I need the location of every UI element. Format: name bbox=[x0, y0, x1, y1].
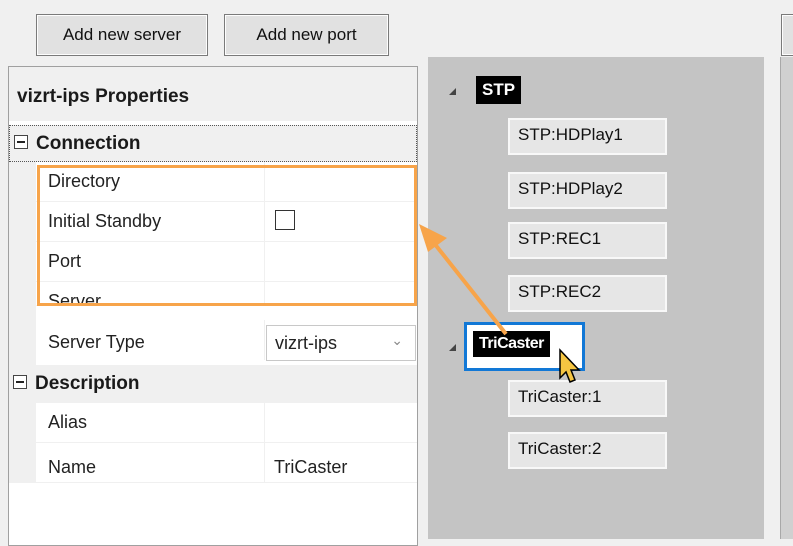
property-name: Initial Standby bbox=[48, 211, 162, 231]
row-gutter bbox=[9, 162, 36, 366]
column-divider bbox=[264, 282, 265, 305]
add-new-port-button[interactable]: Add new port bbox=[224, 14, 389, 56]
column-divider bbox=[264, 403, 265, 443]
partial-button[interactable] bbox=[781, 14, 793, 56]
tree-node-tricaster[interactable]: TriCaster bbox=[473, 331, 550, 357]
tree-leaf[interactable]: STP:HDPlay2 bbox=[508, 172, 667, 209]
category-label: Connection bbox=[36, 133, 141, 154]
property-value[interactable]: TriCaster bbox=[274, 457, 347, 478]
add-new-server-button[interactable]: Add new server bbox=[36, 14, 208, 56]
property-name: Alias bbox=[48, 412, 88, 432]
property-grid: vizrt-ips Properties Connection Director… bbox=[8, 66, 418, 546]
dropdown-value: vizrt-ips bbox=[275, 333, 337, 353]
category-connection[interactable]: Connection bbox=[9, 125, 417, 162]
column-divider bbox=[264, 320, 265, 360]
property-row-name[interactable]: Name TriCaster bbox=[36, 443, 417, 483]
tree-leaf[interactable]: TriCaster:2 bbox=[508, 432, 667, 469]
tree-leaf[interactable]: STP:REC1 bbox=[508, 222, 667, 259]
category-label: Description bbox=[35, 373, 140, 394]
row-gutter bbox=[9, 403, 36, 483]
property-name: Directory bbox=[48, 171, 121, 191]
column-divider bbox=[264, 162, 265, 202]
property-row-initial-standby[interactable]: Initial Standby bbox=[36, 202, 417, 242]
collapse-icon[interactable] bbox=[14, 135, 28, 149]
property-row-server[interactable]: Server bbox=[36, 282, 417, 306]
tree-leaf[interactable]: TriCaster:1 bbox=[508, 380, 667, 417]
category-description[interactable]: Description bbox=[9, 366, 417, 403]
initial-standby-checkbox[interactable] bbox=[275, 210, 295, 230]
server-type-dropdown[interactable]: vizrt-ips ⌄ bbox=[266, 325, 416, 361]
expand-arrow-icon[interactable] bbox=[449, 88, 456, 95]
property-name: Server Type bbox=[48, 332, 145, 352]
column-divider bbox=[264, 443, 265, 483]
right-panel-edge bbox=[780, 57, 793, 539]
property-row-port[interactable]: Port bbox=[36, 242, 417, 282]
tree-leaf[interactable]: STP:REC2 bbox=[508, 275, 667, 312]
property-row-alias[interactable]: Alias bbox=[36, 403, 417, 443]
collapse-icon[interactable] bbox=[13, 375, 27, 389]
column-divider bbox=[264, 202, 265, 242]
property-grid-title: vizrt-ips Properties bbox=[9, 67, 417, 121]
property-name: Name bbox=[48, 457, 97, 477]
property-row-directory[interactable]: Directory bbox=[36, 162, 417, 202]
expand-arrow-icon[interactable] bbox=[449, 344, 456, 351]
property-row-server-type[interactable]: Server Type vizrt-ips ⌄ bbox=[36, 320, 417, 366]
tree-leaf[interactable]: STP:HDPlay1 bbox=[508, 118, 667, 155]
tree-node-stp[interactable]: STP bbox=[476, 76, 522, 104]
chevron-down-icon: ⌄ bbox=[391, 332, 403, 348]
column-divider bbox=[264, 242, 265, 282]
property-name: Server bbox=[48, 291, 102, 306]
property-name: Port bbox=[48, 251, 82, 271]
